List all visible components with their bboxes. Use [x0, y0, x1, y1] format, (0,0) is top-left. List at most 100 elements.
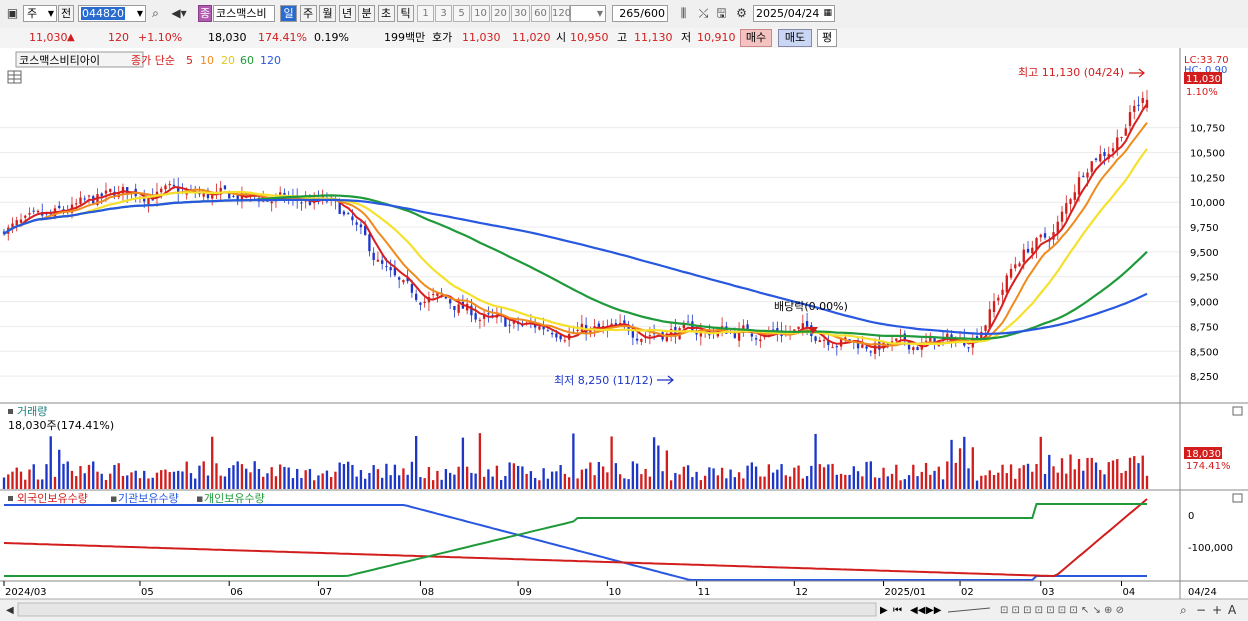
candle-type-icon[interactable]: ⫼ [676, 6, 691, 21]
interval-button-3[interactable]: 10 [471, 5, 490, 22]
volume-bar [759, 476, 762, 489]
eval-button[interactable]: 평 [817, 29, 837, 47]
type-badge: 종 [198, 5, 212, 22]
save-icon[interactable]: 🖫 [714, 6, 729, 21]
stock-chart[interactable]: 코스맥스비티아이 종가 단순 5 10 20 60 120 LC:33.70 H… [0, 48, 1248, 621]
candle-body [24, 215, 27, 218]
x-axis-label: 05 [141, 587, 154, 598]
volume-bar [610, 436, 613, 489]
interval-button-4[interactable]: 20 [491, 5, 510, 22]
volume-bar [24, 479, 27, 489]
pane-marker-icon [8, 409, 13, 414]
compare-icon[interactable]: ⤯ [696, 6, 711, 21]
interval-button-5[interactable]: 30 [511, 5, 530, 22]
period-tab-1[interactable]: 주 [299, 5, 317, 22]
volume-bar [19, 471, 23, 489]
interval-button-6[interactable]: 60 [531, 5, 550, 22]
volume-bar [185, 461, 188, 489]
count-field[interactable]: 265/600 [612, 5, 668, 22]
volume-bar [635, 463, 639, 489]
volume-bar [640, 474, 643, 489]
candle-body [453, 306, 456, 311]
zoom-search-icon[interactable]: ⌕ [1180, 603, 1187, 617]
interval-button-7[interactable]: 120 [551, 5, 571, 22]
candle-body [423, 301, 426, 304]
candle-body [623, 320, 626, 324]
volume-bar [181, 471, 184, 489]
volume-bar [729, 469, 732, 489]
pane-close-icon[interactable] [1232, 406, 1243, 416]
volume-bar [364, 478, 367, 489]
volume-bar [240, 464, 244, 489]
stock-code-input[interactable]: 044820 ▼ [78, 5, 146, 22]
candle-body [916, 347, 919, 351]
market-select[interactable]: 주 ▼ [23, 5, 57, 22]
x-axis-label: 12 [795, 587, 808, 598]
volume-bar [895, 464, 898, 489]
period-tab-4[interactable]: 분 [358, 5, 375, 22]
volume-bar [330, 477, 333, 489]
date-field[interactable]: 2025/04/24 ▦ [753, 5, 835, 22]
volume-bar [461, 437, 465, 489]
zoom-in-icon[interactable]: + [1212, 603, 1222, 617]
range-button[interactable]: 전 [58, 5, 74, 22]
gear-icon[interactable]: ⚙ [734, 6, 749, 21]
candle-body [1141, 97, 1144, 103]
period-tab-0[interactable]: 일 [280, 5, 297, 22]
volume-bar [1043, 473, 1047, 489]
interval-button-1[interactable]: 3 [435, 5, 452, 22]
volume-bar [36, 479, 40, 489]
interval-dropdown[interactable]: ▼ [570, 5, 606, 22]
tool-icons[interactable]: ⊡ ⊡ ⊡ ⊡ ⊡ ⊡ ⊡ ↖ ↘ ⊕ ⊘ [1000, 605, 1124, 616]
volume-bar [11, 471, 14, 489]
chevron-down-icon: ▼ [47, 9, 54, 18]
volume-bar [542, 468, 545, 489]
volume-bar [168, 472, 171, 489]
sell-button[interactable]: 매도 [778, 29, 812, 47]
volume-bar [1039, 436, 1042, 489]
speaker-icon[interactable]: ◀▾ [167, 6, 191, 21]
period-tab-5[interactable]: 초 [377, 5, 395, 22]
volume-bar [397, 475, 401, 489]
search-icon[interactable]: ⌕ [148, 6, 163, 21]
interval-button-2[interactable]: 5 [453, 5, 470, 22]
font-size-icon[interactable]: A [1228, 603, 1237, 617]
period-tab-2[interactable]: 월 [319, 5, 336, 22]
prev-page-icon[interactable]: ◀◀ [910, 605, 926, 616]
first-page-icon[interactable]: ⏮ [893, 605, 902, 616]
scroll-left-icon[interactable]: ◀ [6, 605, 14, 616]
candle-body [389, 267, 392, 271]
volume-bar [716, 475, 720, 489]
volume-bar [682, 466, 686, 489]
next-page-icon[interactable]: ▶▶ [926, 605, 942, 616]
scrollbar-track[interactable] [17, 602, 877, 617]
volume-bar [444, 469, 448, 489]
period-tab-6[interactable]: 틱 [397, 5, 414, 22]
volume-bar [737, 472, 741, 489]
candle-body [87, 195, 91, 197]
candle-body [410, 284, 414, 293]
volume-bar [937, 466, 940, 489]
calendar-icon[interactable]: ▦ [823, 6, 832, 21]
scroll-right-icon[interactable]: ▶ [880, 605, 888, 616]
x-axis-label: 04 [1123, 587, 1136, 598]
window-icon[interactable]: ▣ [5, 6, 20, 21]
volume-bar [546, 478, 550, 489]
price-tag: 11,030 [1186, 74, 1221, 85]
pane-close-icon[interactable] [1232, 493, 1243, 503]
candle-body [997, 297, 1000, 301]
volume-bar [431, 480, 435, 489]
volume-bar [839, 473, 843, 489]
candle-body [487, 313, 490, 315]
volume-bar [865, 461, 868, 489]
candle-body [368, 234, 371, 252]
stock-name-field[interactable]: 코스맥스비 [213, 5, 275, 22]
zoom-out-icon[interactable]: − [1196, 603, 1206, 617]
price-y-tick: 9,750 [1190, 223, 1219, 234]
volume-bar [1031, 471, 1034, 489]
volume-bar [338, 462, 341, 489]
interval-button-0[interactable]: 1 [417, 5, 434, 22]
buy-button[interactable]: 매수 [740, 29, 772, 47]
period-tab-3[interactable]: 년 [338, 5, 356, 22]
volume-bar [1060, 458, 1064, 489]
